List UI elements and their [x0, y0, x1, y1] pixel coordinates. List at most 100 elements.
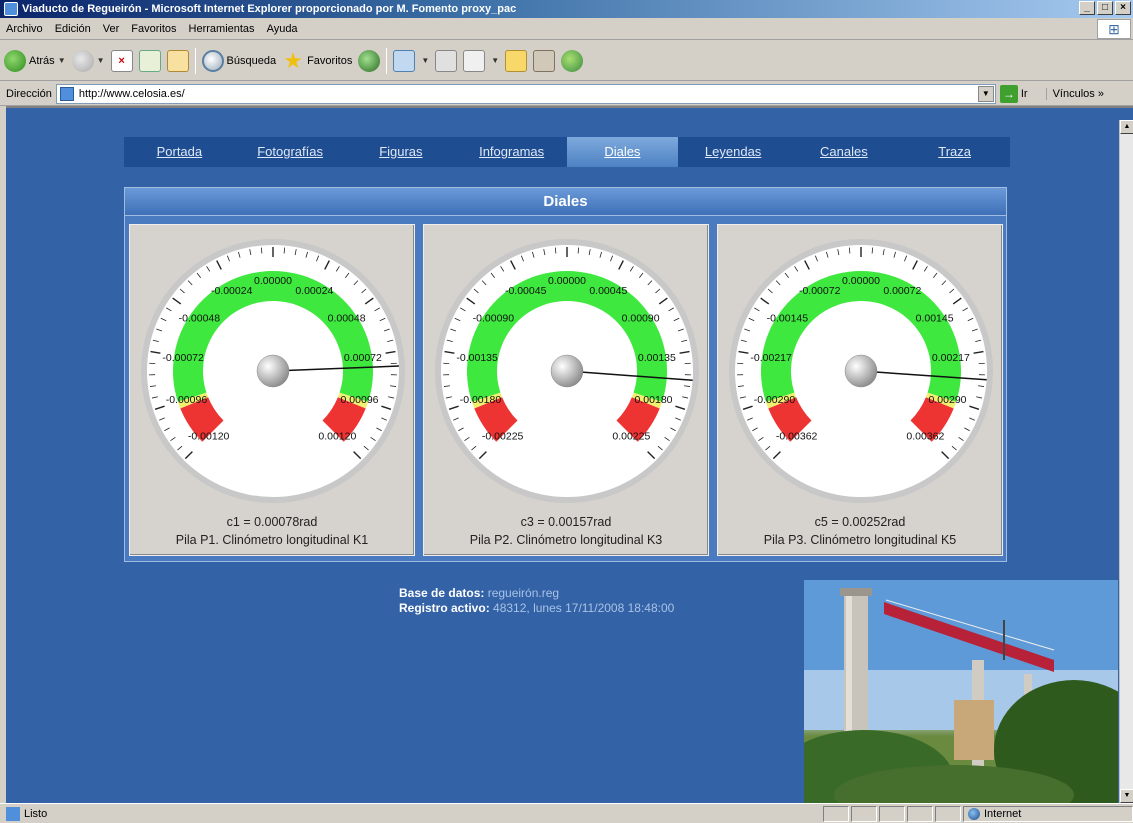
links-button[interactable]: Vínculos »: [1045, 87, 1104, 100]
viaduct-photo: [804, 580, 1118, 803]
forward-button[interactable]: ▼: [71, 49, 105, 72]
gauge-tick-label: -0.00362: [776, 430, 818, 442]
minimize-button[interactable]: _: [1079, 1, 1095, 15]
search-icon: [201, 49, 224, 72]
nav-fotografias[interactable]: Fotografías: [235, 137, 346, 167]
media-icon[interactable]: [358, 49, 381, 72]
menu-ver[interactable]: Ver: [97, 23, 126, 35]
menu-edicion[interactable]: Edición: [49, 23, 97, 35]
vertical-scrollbar[interactable]: ▲ ▼: [1119, 120, 1133, 803]
nav-portada[interactable]: Portada: [124, 137, 235, 167]
gauge-hub: [844, 354, 878, 388]
dial-value: c5 = 0.00252rad: [814, 515, 906, 529]
window-titlebar: Viaducto de Regueirón - Microsoft Intern…: [0, 0, 1133, 18]
gauge-tick-label: 0.00072: [883, 285, 921, 297]
gauge-tick: [283, 247, 286, 254]
links-label: Vínculos: [1052, 87, 1095, 100]
nav-diales[interactable]: Diales: [567, 137, 678, 167]
gauge-tick-label: 0.00225: [612, 430, 650, 442]
search-button[interactable]: Búsqueda: [201, 49, 276, 72]
gauge-tick-label: -0.00290: [754, 394, 796, 406]
gauge-hub: [256, 354, 290, 388]
chevron-down-icon[interactable]: ▼: [421, 56, 429, 65]
favorites-label: Favoritos: [307, 54, 353, 67]
messenger-icon[interactable]: [561, 49, 584, 72]
toolbar-separator: [194, 47, 196, 74]
window-controls: _ □ ×: [1079, 1, 1131, 15]
window-title: Viaducto de Regueirón - Microsoft Intern…: [22, 3, 517, 15]
gauge-tick-label: 0.00000: [548, 275, 586, 287]
go-arrow-icon: →: [999, 84, 1018, 103]
go-button[interactable]: → Ir: [999, 84, 1028, 103]
gauge-tick-label: 0.00090: [622, 313, 660, 325]
viaduct-photo-image: [804, 580, 1118, 803]
nav-figuras[interactable]: Figuras: [346, 137, 457, 167]
nav-traza[interactable]: Traza: [899, 137, 1010, 167]
menu-archivo[interactable]: Archivo: [0, 23, 49, 35]
close-button[interactable]: ×: [1115, 1, 1131, 15]
menu-herramientas[interactable]: Herramientas: [183, 23, 261, 35]
dial-card-k5: -0.00362 -0.00290 -0.00217 -0.00145 -0.00072…: [717, 224, 1003, 556]
refresh-icon[interactable]: [138, 49, 161, 72]
nav-leyendas[interactable]: Leyendas: [678, 137, 789, 167]
gauge-tick-label: -0.00120: [188, 430, 230, 442]
scroll-up-arrow-icon[interactable]: ▲: [1120, 120, 1133, 134]
chevron-down-icon[interactable]: ▼: [977, 85, 994, 102]
standard-toolbar: Atrás ▼ ▼ × Búsqueda ★ Favoritos ▼ ▼: [0, 41, 1133, 81]
back-button[interactable]: Atrás ▼: [4, 49, 66, 72]
mail-icon[interactable]: [393, 49, 416, 72]
page-icon: [59, 86, 74, 101]
research-icon[interactable]: [533, 49, 556, 72]
back-label: Atrás: [29, 54, 55, 67]
panel-title: Diales: [125, 188, 1006, 216]
gauge-k1: -0.00120 -0.00096 -0.00072 -0.00048 -0.00024…: [141, 239, 405, 503]
favorites-button[interactable]: ★ Favoritos: [282, 49, 353, 72]
back-arrow-icon: [4, 49, 26, 72]
stop-icon[interactable]: ×: [110, 49, 133, 72]
folder-icon[interactable]: [505, 49, 528, 72]
go-label: Ir: [1020, 87, 1028, 100]
dial-card-k3: -0.00225 -0.00180 -0.00135 -0.00090 -0.00045…: [423, 224, 709, 556]
gauge-tick-label: -0.00024: [211, 285, 253, 297]
site-nav: Portada Fotografías Figuras Infogramas D…: [124, 137, 1010, 167]
page-viewport: Portada Fotografías Figuras Infogramas D…: [6, 120, 1119, 803]
status-pane: [935, 806, 961, 822]
chevron-down-icon[interactable]: ▼: [491, 56, 499, 65]
home-icon[interactable]: [166, 49, 189, 72]
scroll-down-arrow-icon[interactable]: ▼: [1120, 789, 1133, 803]
address-url[interactable]: http://www.celosia.es/: [79, 88, 185, 100]
database-info: Base de datos: regueirón.reg Registro ac…: [399, 586, 799, 616]
menu-favoritos[interactable]: Favoritos: [125, 23, 182, 35]
gauge-tick-label: -0.00096: [166, 394, 208, 406]
gauge-tick-label: -0.00135: [456, 352, 498, 364]
gauge-hub: [550, 354, 584, 388]
chevron-down-icon[interactable]: ▼: [58, 56, 66, 65]
gauge-tick: [577, 247, 580, 254]
menu-ayuda[interactable]: Ayuda: [261, 23, 304, 35]
address-label: Dirección: [6, 87, 52, 100]
gauge-tick-label: -0.00045: [505, 285, 547, 297]
address-input[interactable]: http://www.celosia.es/ ▼: [55, 83, 996, 104]
chevron-down-icon[interactable]: ▼: [97, 56, 105, 65]
gauge-tick: [871, 247, 874, 254]
zone-label: Internet: [984, 808, 1022, 820]
security-zone[interactable]: Internet: [963, 806, 1133, 822]
database-key: Base de datos:: [399, 586, 485, 600]
print-icon[interactable]: [435, 49, 458, 72]
status-pane: [907, 806, 933, 822]
nav-infogramas[interactable]: Infogramas: [456, 137, 567, 167]
status-pane: [823, 806, 849, 822]
dial-caption: Pila P2. Clinómetro longitudinal K3: [469, 533, 663, 547]
registro-line: Registro activo: 48312, lunes 17/11/2008…: [399, 601, 799, 616]
status-bar: Listo Internet: [0, 803, 1133, 823]
gauge-tick-label: 0.00217: [932, 352, 970, 364]
status-pane: [851, 806, 877, 822]
gauge-tick-label: -0.00072: [162, 352, 204, 364]
edit-icon[interactable]: [463, 49, 486, 72]
nav-canales[interactable]: Canales: [789, 137, 900, 167]
maximize-button[interactable]: □: [1097, 1, 1113, 15]
gauge-k5: -0.00362 -0.00290 -0.00217 -0.00145 -0.00072…: [729, 239, 993, 503]
dial-caption: Pila P1. Clinómetro longitudinal K1: [175, 533, 369, 547]
forward-arrow-icon: [71, 49, 94, 72]
windows-logo-icon: ⊞: [1097, 19, 1131, 39]
